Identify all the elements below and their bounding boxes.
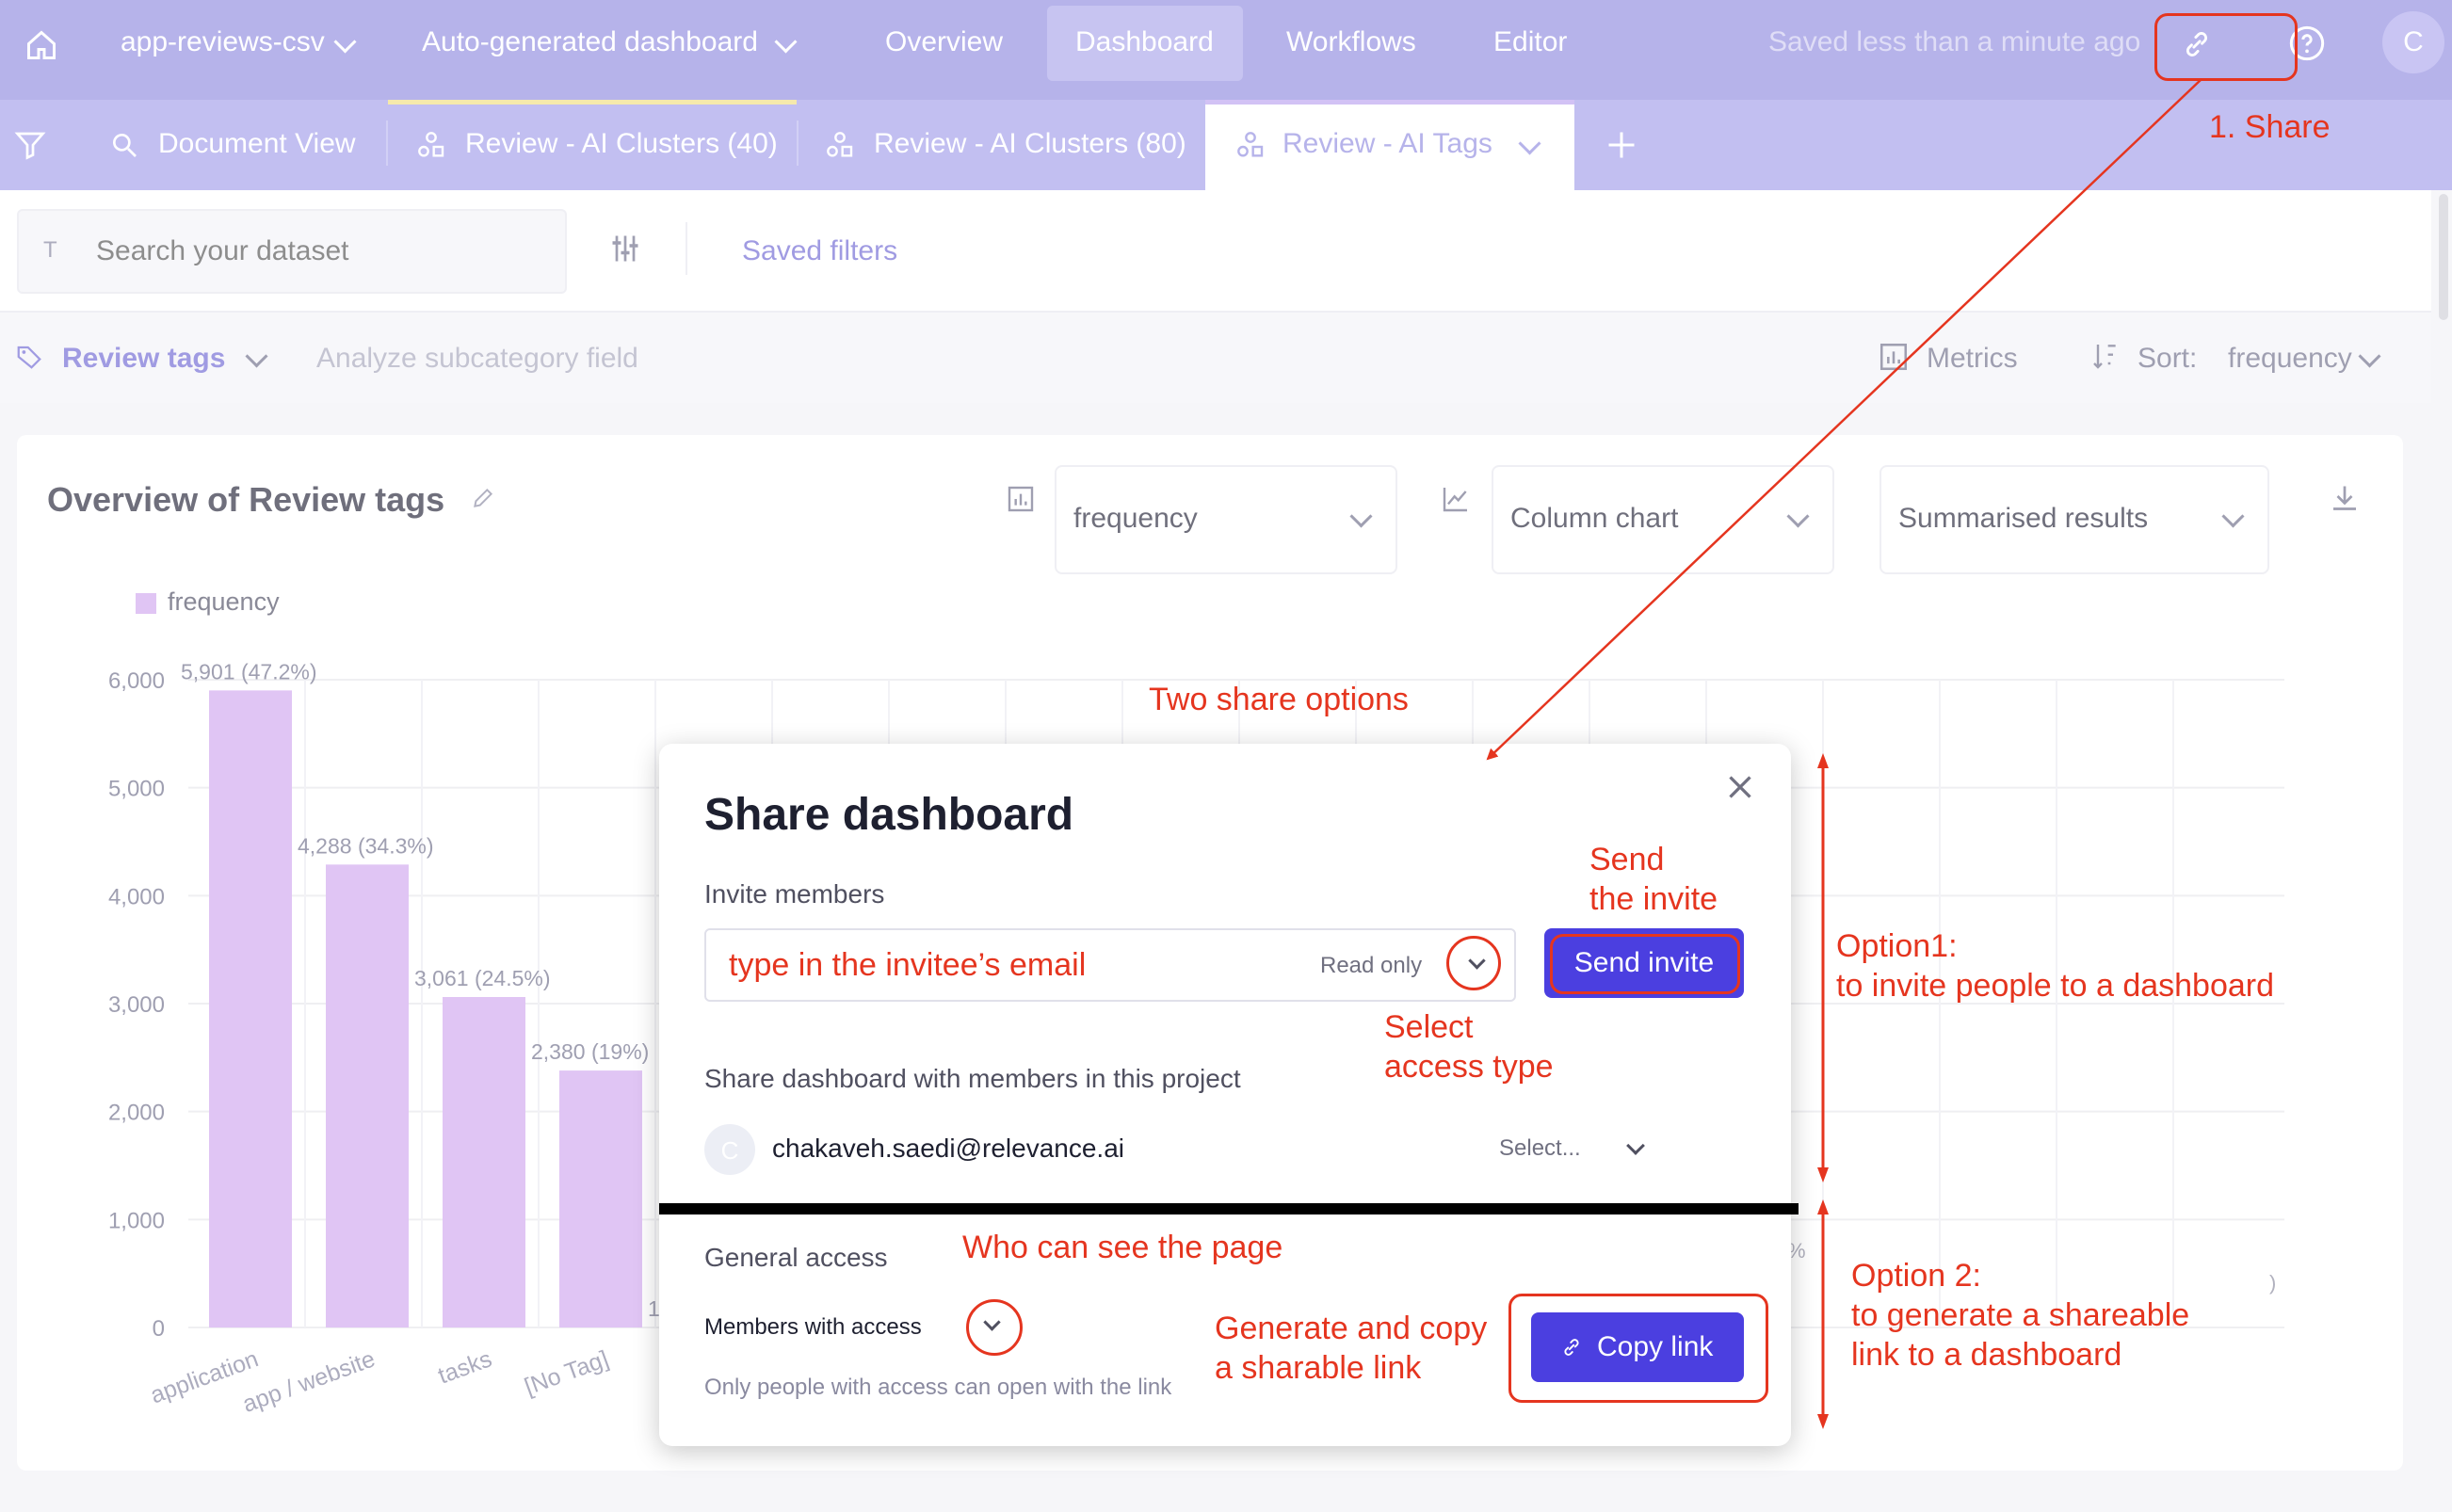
invite-members-label: Invite members xyxy=(704,879,885,909)
share-button-highlight xyxy=(2154,13,2298,81)
annotation-two-options: Two share options xyxy=(1149,682,1409,717)
annotation-select: Select xyxy=(1384,1009,1474,1045)
annotation-share: 1. Share xyxy=(2209,109,2331,145)
annotation-generate-copy: Generate and copy xyxy=(1215,1311,1488,1346)
annotation-option2: Option 2: xyxy=(1851,1258,1981,1294)
divider-annotation xyxy=(659,1203,1799,1214)
annotation-option2-desc-1: to generate a shareable xyxy=(1851,1297,2190,1333)
annotation-send: Send xyxy=(1589,842,1665,877)
invite-email-field[interactable]: type in the invitee’s email Read only xyxy=(704,928,1516,1002)
link-icon xyxy=(1564,1339,1579,1356)
access-level-select[interactable]: Read only xyxy=(1320,953,1422,979)
general-access-hint: Only people with access can open with th… xyxy=(704,1375,1172,1400)
share-members-label: Share dashboard with members in this pro… xyxy=(704,1064,1241,1093)
annotation-access-type: access type xyxy=(1384,1049,1554,1085)
send-invite-highlight xyxy=(1550,934,1740,994)
modal-title: Share dashboard xyxy=(704,790,1074,840)
annotation-who-can-see: Who can see the page xyxy=(962,1230,1283,1265)
general-access-label: General access xyxy=(704,1243,888,1272)
member-avatar: C xyxy=(704,1124,755,1175)
close-icon[interactable] xyxy=(1723,770,1757,804)
member-email: chakaveh.saedi@relevance.ai xyxy=(772,1134,1124,1163)
access-type-highlight xyxy=(1446,936,1501,990)
invite-email-input[interactable]: type in the invitee’s email xyxy=(729,947,1086,984)
member-access-select[interactable]: Select... xyxy=(1499,1135,1581,1162)
copy-link-button[interactable]: Copy link xyxy=(1531,1312,1744,1382)
general-access-select[interactable]: Members with access xyxy=(704,1314,922,1341)
annotation-sharable-link: a sharable link xyxy=(1215,1350,1422,1386)
annotation-option1-desc: to invite people to a dashboard xyxy=(1836,968,2275,1004)
annotation-option2-desc-2: link to a dashboard xyxy=(1851,1337,2122,1373)
annotation-option1: Option1: xyxy=(1836,928,1958,964)
annotation-the-invite: the invite xyxy=(1589,881,1718,917)
